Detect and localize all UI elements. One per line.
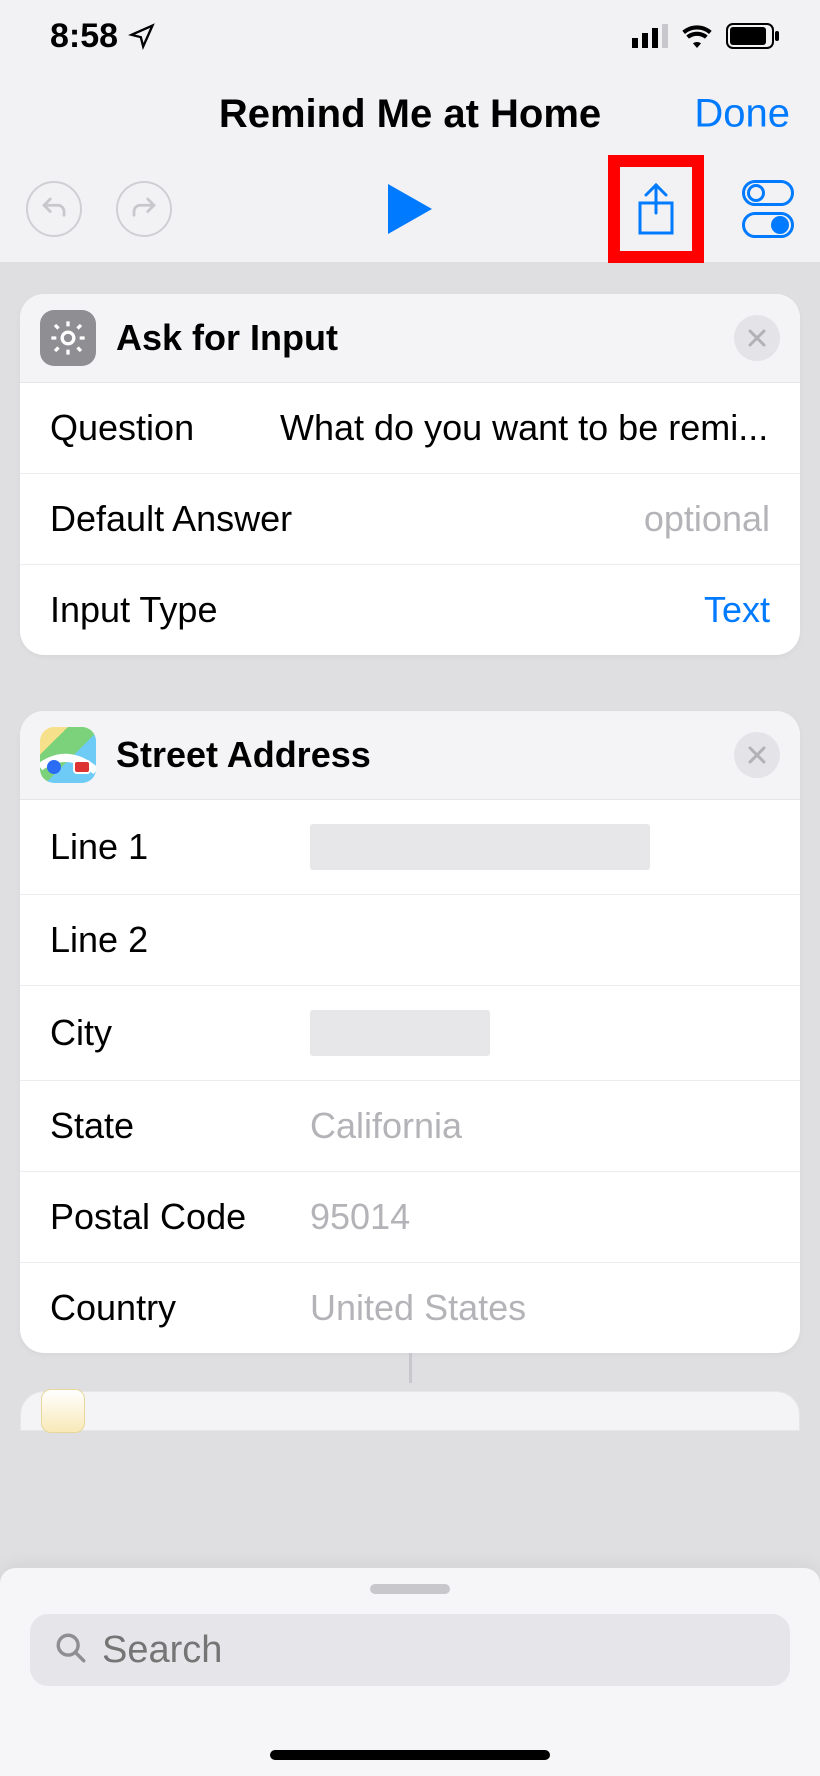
action-card-street-address: Street Address Line 1 Line 2 City State … bbox=[20, 711, 800, 1353]
clock-text: 8:58 bbox=[50, 17, 118, 56]
row-label: State bbox=[50, 1105, 310, 1147]
search-field[interactable] bbox=[30, 1614, 790, 1686]
run-button[interactable] bbox=[388, 181, 432, 237]
row-label: Line 2 bbox=[50, 919, 310, 961]
delete-action-button[interactable] bbox=[734, 315, 780, 361]
action-card-ask-for-input: Ask for Input Question What do you want … bbox=[20, 294, 800, 655]
status-bar: 8:58 bbox=[0, 0, 820, 72]
question-value: What do you want to be remi... bbox=[280, 407, 770, 449]
done-button[interactable]: Done bbox=[694, 92, 790, 137]
gear-icon bbox=[40, 310, 96, 366]
card-title: Ask for Input bbox=[116, 317, 734, 359]
search-icon bbox=[54, 1631, 88, 1670]
battery-icon bbox=[726, 23, 780, 49]
actions-canvas[interactable]: Ask for Input Question What do you want … bbox=[0, 264, 820, 1776]
page-title: Remind Me at Home bbox=[219, 92, 601, 137]
redo-button[interactable] bbox=[116, 181, 172, 237]
delete-action-button[interactable] bbox=[734, 732, 780, 778]
country-value: United States bbox=[310, 1287, 770, 1329]
action-library-sheet[interactable] bbox=[0, 1567, 820, 1776]
settings-toggle-button[interactable] bbox=[742, 180, 794, 238]
row-label: Question bbox=[50, 407, 280, 449]
share-button-highlight bbox=[608, 155, 704, 263]
connector-line bbox=[409, 1353, 412, 1383]
postal-value: 95014 bbox=[310, 1196, 770, 1238]
row-label: City bbox=[50, 1012, 310, 1054]
reminders-icon bbox=[41, 1389, 85, 1433]
row-line1[interactable]: Line 1 bbox=[20, 800, 800, 895]
row-input-type[interactable]: Input Type Text bbox=[20, 565, 800, 655]
undo-button[interactable] bbox=[26, 181, 82, 237]
input-type-value: Text bbox=[310, 589, 770, 631]
nav-bar: Remind Me at Home Done bbox=[0, 72, 820, 156]
wifi-icon bbox=[680, 24, 714, 48]
row-country[interactable]: Country United States bbox=[20, 1263, 800, 1353]
row-label: Line 1 bbox=[50, 826, 310, 868]
editor-toolbar bbox=[0, 156, 820, 264]
default-answer-placeholder: optional bbox=[380, 498, 770, 540]
status-time: 8:58 bbox=[50, 17, 156, 56]
row-label: Default Answer bbox=[50, 498, 380, 540]
row-label: Country bbox=[50, 1287, 310, 1329]
maps-icon bbox=[40, 727, 96, 783]
sheet-grabber[interactable] bbox=[370, 1584, 450, 1594]
line1-value-redacted bbox=[310, 824, 650, 870]
row-city[interactable]: City bbox=[20, 986, 800, 1081]
row-label: Postal Code bbox=[50, 1196, 310, 1238]
action-card-peek bbox=[20, 1391, 800, 1431]
state-value: California bbox=[310, 1105, 770, 1147]
row-question[interactable]: Question What do you want to be remi... bbox=[20, 383, 800, 474]
row-label: Input Type bbox=[50, 589, 310, 631]
city-value-redacted bbox=[310, 1010, 490, 1056]
card-title: Street Address bbox=[116, 734, 734, 776]
home-indicator[interactable] bbox=[270, 1750, 550, 1760]
toggle-icon-top bbox=[742, 180, 794, 206]
status-right-icons bbox=[632, 23, 780, 49]
row-state[interactable]: State California bbox=[20, 1081, 800, 1172]
search-input[interactable] bbox=[102, 1629, 766, 1672]
cellular-icon bbox=[632, 24, 668, 48]
share-button[interactable] bbox=[634, 181, 678, 237]
card-header: Ask for Input bbox=[20, 294, 800, 383]
location-icon bbox=[128, 22, 156, 50]
toggle-icon-bottom bbox=[742, 212, 794, 238]
row-default-answer[interactable]: Default Answer optional bbox=[20, 474, 800, 565]
row-line2[interactable]: Line 2 bbox=[20, 895, 800, 986]
card-header: Street Address bbox=[20, 711, 800, 800]
row-postal-code[interactable]: Postal Code 95014 bbox=[20, 1172, 800, 1263]
